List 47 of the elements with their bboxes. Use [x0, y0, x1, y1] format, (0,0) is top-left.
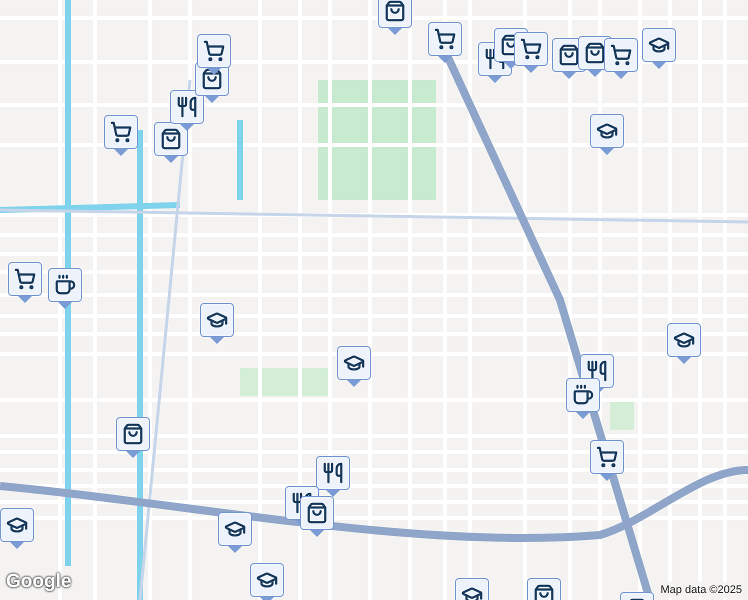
- fork-knife-icon: [484, 48, 506, 70]
- shopping-bag-icon: [558, 44, 580, 66]
- cart-icon: [520, 38, 542, 60]
- map-marker[interactable]: [604, 38, 638, 78]
- map-marker[interactable]: [8, 262, 42, 302]
- map-marker[interactable]: [218, 512, 252, 552]
- map-marker[interactable]: [116, 417, 150, 457]
- fork-knife-icon: [291, 492, 313, 514]
- fork-knife-icon: [176, 96, 198, 118]
- map-marker[interactable]: [250, 563, 284, 600]
- map-marker[interactable]: [590, 114, 624, 154]
- cart-icon: [434, 28, 456, 50]
- map-marker[interactable]: [316, 456, 350, 496]
- shopping-bag-icon: [533, 584, 555, 600]
- cart-icon: [596, 446, 618, 468]
- map-marker[interactable]: [300, 496, 334, 536]
- map-attribution: Map data ©2025: [658, 582, 744, 598]
- shopping-bag-icon: [584, 42, 606, 64]
- map-marker[interactable]: [378, 0, 412, 34]
- map-marker[interactable]: [642, 28, 676, 68]
- map-marker[interactable]: [154, 122, 188, 162]
- fork-knife-icon: [586, 360, 608, 382]
- fork-knife-icon: [322, 462, 344, 484]
- cart-icon: [110, 121, 132, 143]
- map-marker[interactable]: [104, 115, 138, 155]
- map-marker[interactable]: [170, 90, 204, 130]
- map-marker[interactable]: [48, 268, 82, 308]
- shopping-bag-icon: [384, 0, 406, 22]
- cart-icon: [14, 268, 36, 290]
- map-marker[interactable]: [428, 22, 462, 62]
- map-logo[interactable]: Google: [6, 568, 72, 596]
- map-marker[interactable]: [200, 303, 234, 343]
- map-marker[interactable]: [566, 378, 600, 418]
- map-marker[interactable]: [667, 323, 701, 363]
- map-marker[interactable]: [0, 508, 34, 548]
- shopping-bag-icon: [201, 68, 223, 90]
- cart-icon: [610, 44, 632, 66]
- shopping-bag-icon: [160, 128, 182, 150]
- map-marker[interactable]: [590, 440, 624, 480]
- shopping-bag-icon: [306, 502, 328, 524]
- shopping-bag-icon: [122, 423, 144, 445]
- cart-icon: [203, 40, 225, 62]
- coffee-cup-icon: [54, 274, 76, 296]
- map-marker[interactable]: [197, 34, 231, 74]
- map-marker[interactable]: [337, 346, 371, 386]
- coffee-cup-icon: [572, 384, 594, 406]
- map-marker[interactable]: [514, 32, 548, 72]
